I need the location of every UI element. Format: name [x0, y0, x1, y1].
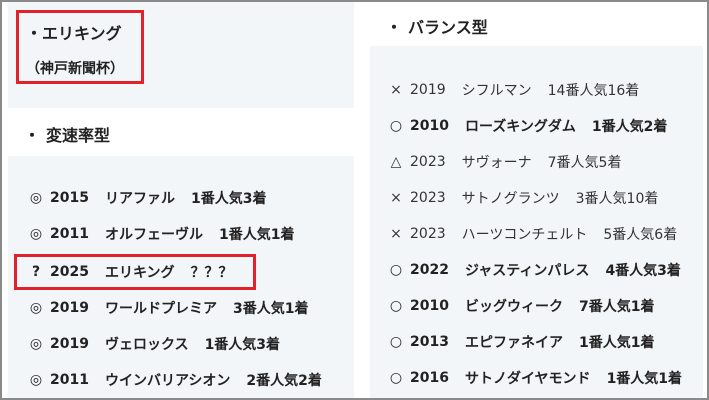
list-item: △ 2023 サヴォーナ 7番人気5着 — [388, 144, 622, 180]
bullet-mark: ・ — [26, 24, 43, 43]
list-item: ◎ 2019 ヴェロックス 1番人気3着 — [28, 326, 280, 362]
year: 2013 — [410, 334, 449, 350]
horse-name: ウインバリアシオン — [104, 373, 231, 389]
horse-name: サトノダイヤモンド — [464, 371, 591, 387]
list-item: ○ 2022 ジャスティンパレス 4番人気3着 — [388, 252, 681, 288]
result: 5番人気6着 — [603, 227, 678, 243]
rating-mark: ○ — [389, 262, 403, 278]
left-column: ・エリキング （神戸新聞杯） ・ 変速率型 ◎ 2015 リアファル 1番人気3… — [8, 2, 354, 398]
section-title: 変速率型 — [46, 126, 111, 145]
right-column: ・ バランス型 × 2019 シフルマン 14番人気16着 ○ 2010 ローズ… — [370, 2, 703, 398]
section-header-hensokuritsu: ・ 変速率型 — [8, 114, 354, 154]
horse-name: ビッグウィーク — [464, 299, 563, 315]
year: 2011 — [50, 226, 89, 242]
year: 2023 — [410, 226, 446, 242]
horse-name: ジャスティンパレス — [464, 263, 590, 279]
year: 2022 — [410, 262, 449, 278]
horse-name: エリキング — [104, 265, 175, 281]
year: 2019 — [410, 82, 446, 98]
rating-mark: ◎ — [29, 300, 43, 316]
year: 2010 — [410, 298, 449, 314]
horse-name: オルフェーヴル — [104, 227, 203, 243]
race-subtitle: （神戸新聞杯） — [26, 61, 124, 77]
section-header-balance: ・ バランス型 — [370, 6, 703, 46]
year: 2023 — [410, 154, 446, 170]
result: 1番人気1着 — [578, 335, 655, 351]
result: 2番人気2着 — [246, 373, 322, 389]
year: 2023 — [410, 190, 446, 206]
rating-mark: ? — [31, 264, 41, 280]
rating-mark: × — [390, 190, 402, 206]
result: 7番人気5着 — [547, 155, 622, 171]
list-item: × 2023 サトノグランツ 3番人気10着 — [388, 180, 658, 216]
result: 1番人気2着 — [591, 119, 668, 135]
result: 3番人気1着 — [232, 301, 309, 317]
section-title: バランス型 — [408, 18, 488, 37]
year: 2011 — [50, 372, 89, 388]
bullet-mark: ・ — [24, 126, 41, 145]
horse-name: ハーツコンチェルト — [461, 227, 588, 243]
year: 2010 — [410, 118, 449, 134]
bullet-mark: ・ — [386, 18, 403, 37]
result: 3番人気10着 — [575, 191, 659, 207]
list-item: ○ 2016 サトノダイヤモンド 1番人気1着 — [388, 360, 682, 396]
year: 2025 — [50, 264, 89, 280]
horse-name: サトノグランツ — [461, 191, 560, 207]
horse-name: ローズキングダム — [464, 119, 576, 135]
year: 2016 — [410, 370, 449, 386]
rating-mark: × — [390, 82, 402, 98]
rating-mark: ◎ — [29, 190, 43, 206]
rating-mark: ○ — [389, 118, 403, 134]
list-item: ○ 2013 エピファネイア 1番人気1着 — [388, 324, 655, 360]
list-item: ◎ 2015 リアファル 1番人気3着 — [28, 180, 267, 216]
result: 1番人気3着 — [190, 191, 267, 207]
rating-mark: ◎ — [29, 372, 43, 388]
horse-name: エリキング — [42, 24, 122, 43]
rating-mark: ○ — [389, 298, 403, 314]
horse-name: エピファネイア — [464, 335, 563, 351]
list-item: × 2019 シフルマン 14番人気16着 — [388, 72, 639, 108]
horse-name: ワールドプレミア — [104, 301, 217, 317]
result: 7番人気1着 — [578, 299, 655, 315]
year: 2019 — [50, 336, 89, 352]
horse-title: ・エリキング — [26, 20, 122, 44]
content-frame: ・エリキング （神戸新聞杯） ・ 変速率型 ◎ 2015 リアファル 1番人気3… — [0, 0, 709, 400]
rating-mark: ◎ — [29, 226, 43, 242]
result: 14番人気16着 — [547, 83, 640, 99]
result: 1番人気1着 — [606, 371, 683, 387]
rating-mark: ○ — [389, 370, 403, 386]
horse-name: シフルマン — [461, 83, 532, 99]
list-item: ◎ 2011 オルフェーヴル 1番人気1着 — [28, 216, 295, 252]
rating-mark: × — [390, 226, 402, 242]
result: 1番人気3着 — [204, 337, 281, 353]
horse-name: サヴォーナ — [461, 155, 532, 171]
list-item: ○ 2010 ローズキングダム 1番人気2着 — [388, 108, 667, 144]
list-item: ◎ 2011 ウインバリアシオン 2番人気2着 — [28, 362, 322, 398]
result: ？？？ — [190, 265, 233, 281]
list-item-highlighted: ? 2025 エリキング ？？？ — [28, 254, 233, 290]
list-item: × 2023 ハーツコンチェルト 5番人気6着 — [388, 216, 677, 252]
horse-name: リアファル — [104, 191, 175, 207]
year: 2019 — [50, 300, 89, 316]
year: 2015 — [50, 190, 89, 206]
list-item: ○ 2010 ビッグウィーク 7番人気1着 — [388, 288, 655, 324]
horse-name: ヴェロックス — [104, 337, 189, 353]
result: 4番人気3着 — [605, 263, 681, 279]
rating-mark: △ — [390, 154, 402, 170]
result: 1番人気1着 — [218, 227, 295, 243]
rating-mark: ○ — [389, 334, 403, 350]
rating-mark: ◎ — [29, 336, 43, 352]
list-item: ◎ 2019 ワールドプレミア 3番人気1着 — [28, 290, 309, 326]
